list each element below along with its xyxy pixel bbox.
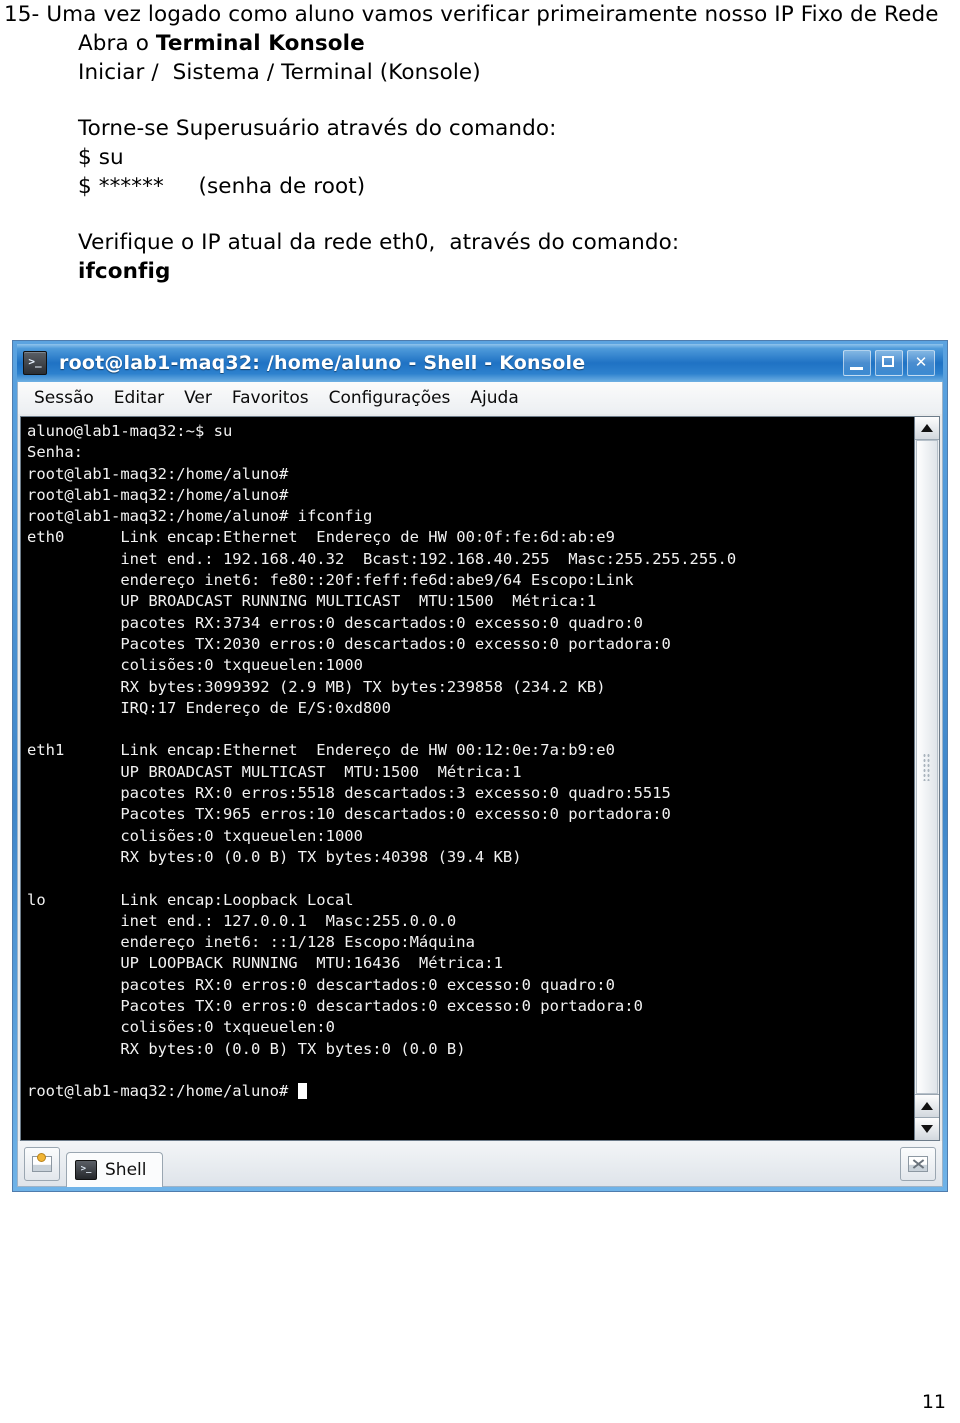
terminal-line: Pacotes TX:965 erros:10 descartados:0 ex… xyxy=(27,805,671,824)
paragraph-ifconfig: ifconfig xyxy=(0,257,960,286)
konsole-window-inner: >_ root@lab1-maq32: /home/aluno - Shell … xyxy=(17,344,943,1187)
new-tab-button[interactable] xyxy=(24,1146,60,1181)
terminal-line: Senha: xyxy=(27,443,83,462)
terminal-line: root@lab1-maq32:/home/aluno# ifconfig xyxy=(27,507,373,526)
terminal-line: pacotes RX:3734 erros:0 descartados:0 ex… xyxy=(27,613,643,632)
scroll-up-button-bottom[interactable] xyxy=(915,1094,939,1117)
terminal-line: colisões:0 txqueuelen:0 xyxy=(27,1018,335,1037)
maximize-icon xyxy=(882,356,894,367)
terminal-line: eth1 Link encap:Ethernet Endereço de HW … xyxy=(27,741,615,760)
menu-item-sessao[interactable]: Sessão xyxy=(24,386,104,410)
paragraph-caminho: Iniciar / Sistema / Terminal (Konsole) xyxy=(78,60,481,85)
page-number: 11 xyxy=(921,1391,946,1413)
paragraph-spacer-1 xyxy=(0,87,960,114)
menubar: Sessão Editar Ver Favoritos Configuraçõe… xyxy=(17,382,943,414)
terminal-line: RX bytes:0 (0.0 B) TX bytes:0 (0.0 B) xyxy=(27,1039,466,1058)
chevron-down-icon xyxy=(921,1125,933,1133)
terminal-line: UP BROADCAST MULTICAST MTU:1500 Métrica:… xyxy=(27,762,522,781)
paragraph-abra: Abra o Terminal Konsole xyxy=(0,29,960,58)
terminal-cursor xyxy=(297,1083,307,1100)
terminal-prompt-text: root@lab1-maq32:/home/aluno# xyxy=(27,1082,298,1101)
menu-item-ver[interactable]: Ver xyxy=(174,386,222,410)
terminal-line: RX bytes:3099392 (2.9 MB) TX bytes:23985… xyxy=(27,677,606,696)
chevron-up-icon-bottom xyxy=(921,1102,933,1110)
tab-shell-label: Shell xyxy=(105,1160,147,1180)
document-body: 15- Uma vez logado como aluno vamos veri… xyxy=(0,0,960,286)
maximize-button[interactable] xyxy=(875,350,903,376)
menu-item-editar[interactable]: Editar xyxy=(104,386,174,410)
scroll-up-button-top[interactable] xyxy=(915,417,939,440)
terminal-line: RX bytes:0 (0.0 B) TX bytes:40398 (39.4 … xyxy=(27,847,522,866)
paragraph-torne-se: Torne-se Superusuário através do comando… xyxy=(78,116,557,141)
terminal-line: colisões:0 txqueuelen:1000 xyxy=(27,826,363,845)
window-controls: ✕ xyxy=(843,350,939,376)
titlebar[interactable]: >_ root@lab1-maq32: /home/aluno - Shell … xyxy=(17,344,943,382)
close-tab-button[interactable] xyxy=(900,1146,936,1181)
terminal-line: inet end.: 192.168.40.32 Bcast:192.168.4… xyxy=(27,549,737,568)
close-icon: ✕ xyxy=(914,353,928,371)
ifconfig-bold: ifconfig xyxy=(78,259,171,284)
abra-prefix: Abra o xyxy=(78,31,156,56)
menu-item-favoritos[interactable]: Favoritos xyxy=(222,386,319,410)
konsole-window: >_ root@lab1-maq32: /home/aluno - Shell … xyxy=(12,340,948,1192)
terminal-line: UP BROADCAST RUNNING MULTICAST MTU:1500 … xyxy=(27,592,597,611)
paragraph-comando-senha: $ ****** (senha de root) xyxy=(78,174,366,199)
terminal-line: root@lab1-maq32:/home/aluno# xyxy=(27,464,289,483)
terminal-line: eth0 Link encap:Ethernet Endereço de HW … xyxy=(27,528,615,547)
terminal-line: Pacotes TX:0 erros:0 descartados:0 exces… xyxy=(27,997,643,1016)
terminal-line: endereço inet6: fe80::20f:feff:fe6d:abe9… xyxy=(27,571,634,590)
scroll-down-button[interactable] xyxy=(915,1117,939,1140)
paragraph-spacer-2 xyxy=(0,201,960,228)
terminal-line: Pacotes TX:2030 erros:0 descartados:0 ex… xyxy=(27,634,671,653)
terminal-line: root@lab1-maq32:/home/aluno# xyxy=(27,485,289,504)
close-tab-icon xyxy=(908,1155,928,1172)
scrollbar-track[interactable] xyxy=(915,440,939,1094)
paragraph-comando-su: $ su xyxy=(78,145,124,170)
terminal-line: endereço inet6: ::1/128 Escopo:Máquina xyxy=(27,933,475,952)
terminal-line: inet end.: 127.0.0.1 Masc:255.0.0.0 xyxy=(27,911,457,930)
abra-bold: Terminal Konsole xyxy=(155,31,365,56)
paragraph-intro: 15- Uma vez logado como aluno vamos veri… xyxy=(4,2,939,27)
chevron-up-icon xyxy=(921,424,933,432)
paragraph-verifique: Verifique o IP atual da rede eth0, atrav… xyxy=(78,230,680,255)
minimize-button[interactable] xyxy=(843,350,871,376)
new-tab-icon xyxy=(32,1152,52,1172)
terminal-area: aluno@lab1-maq32:~$ su Senha: root@lab1-ma… xyxy=(17,414,943,1141)
terminal-output[interactable]: aluno@lab1-maq32:~$ su Senha: root@lab1-ma… xyxy=(20,416,914,1141)
tab-shell[interactable]: >_ Shell xyxy=(66,1152,164,1187)
terminal-prompt-line: root@lab1-maq32:/home/aluno# xyxy=(27,1081,914,1102)
terminal-line: colisões:0 txqueuelen:1000 xyxy=(27,656,363,675)
tabbar: >_ Shell xyxy=(17,1141,943,1187)
terminal-line: IRQ:17 Endereço de E/S:0xd800 xyxy=(27,698,391,717)
terminal-line: pacotes RX:0 erros:5518 descartados:3 ex… xyxy=(27,784,671,803)
terminal-icon-tab: >_ xyxy=(75,1160,97,1180)
terminal-line: lo Link encap:Loopback Local xyxy=(27,890,354,909)
scrollbar-grip-icon xyxy=(922,753,932,781)
window-title: root@lab1-maq32: /home/aluno - Shell - K… xyxy=(59,352,586,374)
scrollbar-thumb[interactable] xyxy=(916,440,938,1094)
close-button[interactable]: ✕ xyxy=(907,350,935,376)
terminal-line: UP LOOPBACK RUNNING MTU:16436 Métrica:1 xyxy=(27,954,503,973)
terminal-line: pacotes RX:0 erros:0 descartados:0 exces… xyxy=(27,975,615,994)
minimize-icon xyxy=(850,367,863,370)
terminal-scrollbar[interactable] xyxy=(914,416,940,1141)
terminal-line: aluno@lab1-maq32:~$ su xyxy=(27,422,233,440)
menu-item-ajuda[interactable]: Ajuda xyxy=(460,386,528,410)
terminal-icon: >_ xyxy=(23,351,47,375)
menu-item-configuracoes[interactable]: Configurações xyxy=(319,386,461,410)
